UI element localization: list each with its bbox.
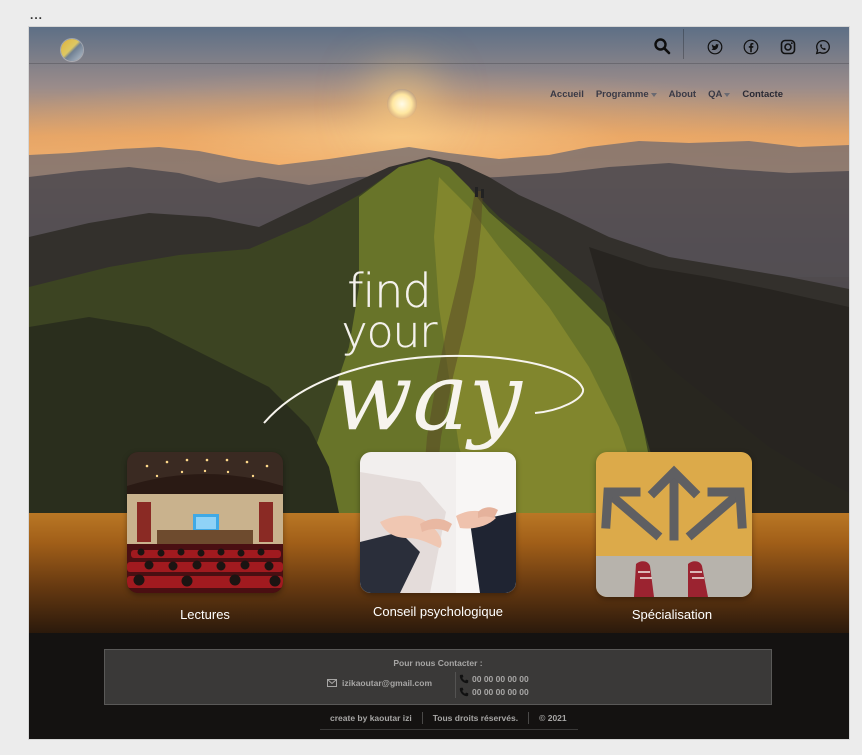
nav-item-accueil[interactable]: Accueil (550, 89, 584, 100)
footer: Pour nous Contacter : izikaoutar@gmail.c… (29, 633, 849, 739)
nav-item-label: Contacte (742, 89, 783, 100)
card-lectures[interactable] (127, 452, 283, 593)
facebook-icon[interactable] (743, 39, 759, 55)
nav-item-programme[interactable]: Programme (596, 89, 657, 100)
hero-section: Accueil Programme About QA Contacte find… (29, 27, 849, 633)
nav-item-label: About (668, 89, 697, 100)
credits-underline (320, 729, 578, 730)
main-nav: Accueil Programme About QA Contacte (550, 89, 783, 100)
card-label-specialisation: Spécialisation (631, 607, 713, 622)
twitter-icon[interactable] (707, 39, 723, 55)
nav-item-label: QA (708, 89, 723, 100)
phone-list: 00 00 00 00 00 00 00 00 00 00 (455, 672, 529, 698)
email-text: izikaoutar@gmail.com (342, 678, 433, 688)
card-label-conseil-psychologique: Conseil psychologique (372, 604, 504, 619)
header-bar (29, 27, 849, 64)
card-specialisation[interactable] (596, 452, 752, 597)
phone-icon (459, 687, 469, 696)
contact-box: Pour nous Contacter : izikaoutar@gmail.c… (104, 649, 772, 705)
contact-title: Pour nous Contacter : (393, 658, 483, 668)
whatsapp-icon[interactable] (815, 39, 831, 55)
credits-author: create by kaoutar izi (330, 713, 412, 723)
search-icon[interactable] (653, 37, 671, 55)
sun-mountain-logo-icon[interactable] (61, 39, 83, 61)
hero-tagline: find your way (263, 264, 584, 451)
caret-down-icon (724, 93, 731, 97)
lecture-hall-image (127, 452, 283, 593)
phone-number: 00 00 00 00 00 (472, 686, 529, 697)
caret-down-icon (650, 93, 657, 97)
phone-item[interactable]: 00 00 00 00 00 (459, 685, 529, 698)
email-link[interactable]: izikaoutar@gmail.com (327, 678, 432, 688)
envelope-icon (327, 679, 337, 687)
card-label-lectures: Lectures (180, 607, 230, 622)
window-menu-dots[interactable]: ... (30, 8, 43, 22)
nav-item-contacte[interactable]: Contacte (742, 89, 783, 100)
nav-item-label: Accueil (550, 89, 584, 100)
phone-item[interactable]: 00 00 00 00 00 (459, 672, 529, 685)
credits: create by kaoutar izi Tous droits réserv… (320, 712, 577, 724)
direction-arrows-image (596, 452, 752, 597)
counseling-hands-image (360, 452, 516, 593)
website-frame: Accueil Programme About QA Contacte find… (28, 26, 850, 740)
nav-item-qa[interactable]: QA (708, 89, 731, 100)
credits-year: © 2021 (539, 713, 567, 723)
instagram-icon[interactable] (780, 39, 796, 55)
header-divider (683, 29, 684, 59)
credits-rights: Tous droits réservés. (432, 713, 519, 723)
nav-item-label: Programme (595, 89, 649, 100)
phone-icon (459, 674, 469, 683)
phone-number: 00 00 00 00 00 (472, 673, 529, 684)
card-conseil-psychologique[interactable] (360, 452, 516, 593)
tagline-way: way (332, 343, 524, 451)
nav-item-about[interactable]: About (669, 89, 696, 100)
